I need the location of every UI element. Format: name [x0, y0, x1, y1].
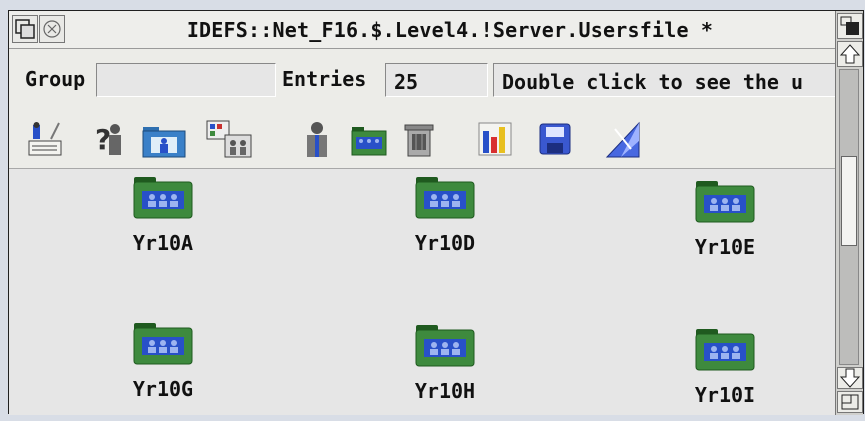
trash-icon[interactable] [399, 119, 439, 159]
group-name: Yr10A [132, 231, 194, 255]
vertical-scrollbar[interactable] [835, 11, 863, 415]
back-icon [15, 19, 35, 39]
toggle-size-icon [840, 16, 859, 35]
save-disk-icon[interactable] [535, 119, 575, 159]
group-item[interactable]: Yr10G [73, 321, 253, 401]
open-folder-icon[interactable] [141, 119, 189, 159]
usersfile-window: IDEFS::Net_F16.$.Level4.!Server.Usersfil… [8, 10, 864, 415]
group-folder-icon[interactable] [349, 119, 389, 159]
scroll-down-button[interactable] [837, 367, 863, 389]
title-bar[interactable]: IDEFS::Net_F16.$.Level4.!Server.Usersfil… [9, 11, 835, 49]
toolbar: Group Entries 25 Double click to see the… [9, 49, 835, 169]
scroll-up-button[interactable] [837, 41, 863, 67]
user-query-icon[interactable]: ? [89, 119, 129, 159]
group-item[interactable]: Yr10E [635, 179, 815, 259]
arrow-down-icon [839, 368, 861, 388]
group-name: Yr10I [694, 383, 756, 407]
find-users-icon[interactable] [205, 119, 255, 159]
entries-field: 25 [385, 63, 488, 97]
group-item[interactable]: Yr10H [355, 323, 535, 403]
group-folder-icon [695, 329, 755, 371]
group-field[interactable] [96, 63, 276, 97]
edit-user-icon[interactable] [25, 119, 65, 159]
group-item[interactable]: Yr10A [73, 175, 253, 255]
group-label: Group [25, 67, 86, 91]
group-name: Yr10D [414, 231, 476, 255]
close-button[interactable] [39, 15, 65, 43]
back-button[interactable] [12, 15, 38, 43]
entries-label: Entries [282, 67, 367, 91]
scroll-thumb[interactable] [841, 156, 857, 246]
users-group-list: Yr10A Yr10D Yr10E Yr10G Yr10H Yr10I [9, 169, 835, 415]
group-folder-icon [133, 177, 193, 219]
group-item[interactable]: Yr10D [355, 175, 535, 255]
group-folder-icon [415, 325, 475, 367]
group-item[interactable]: Yr10I [635, 327, 815, 407]
resize-icon [841, 394, 859, 410]
window-title: IDEFS::Net_F16.$.Level4.!Server.Usersfil… [186, 18, 714, 42]
group-name: Yr10G [132, 377, 194, 401]
toggle-size-button[interactable] [837, 13, 863, 39]
arrow-up-icon [839, 44, 861, 64]
svg-text:?: ? [95, 123, 111, 156]
group-name: Yr10E [694, 235, 756, 259]
resize-button[interactable] [837, 391, 863, 413]
close-icon [43, 20, 61, 38]
group-folder-icon [133, 323, 193, 365]
group-name: Yr10H [414, 379, 476, 403]
bar-chart-icon[interactable] [475, 119, 515, 159]
status-field: Double click to see the u [493, 63, 835, 97]
sort-icon[interactable] [603, 119, 643, 159]
group-folder-icon [695, 181, 755, 223]
scroll-track[interactable] [839, 69, 859, 365]
users-icon[interactable] [297, 119, 337, 159]
group-folder-icon [415, 177, 475, 219]
